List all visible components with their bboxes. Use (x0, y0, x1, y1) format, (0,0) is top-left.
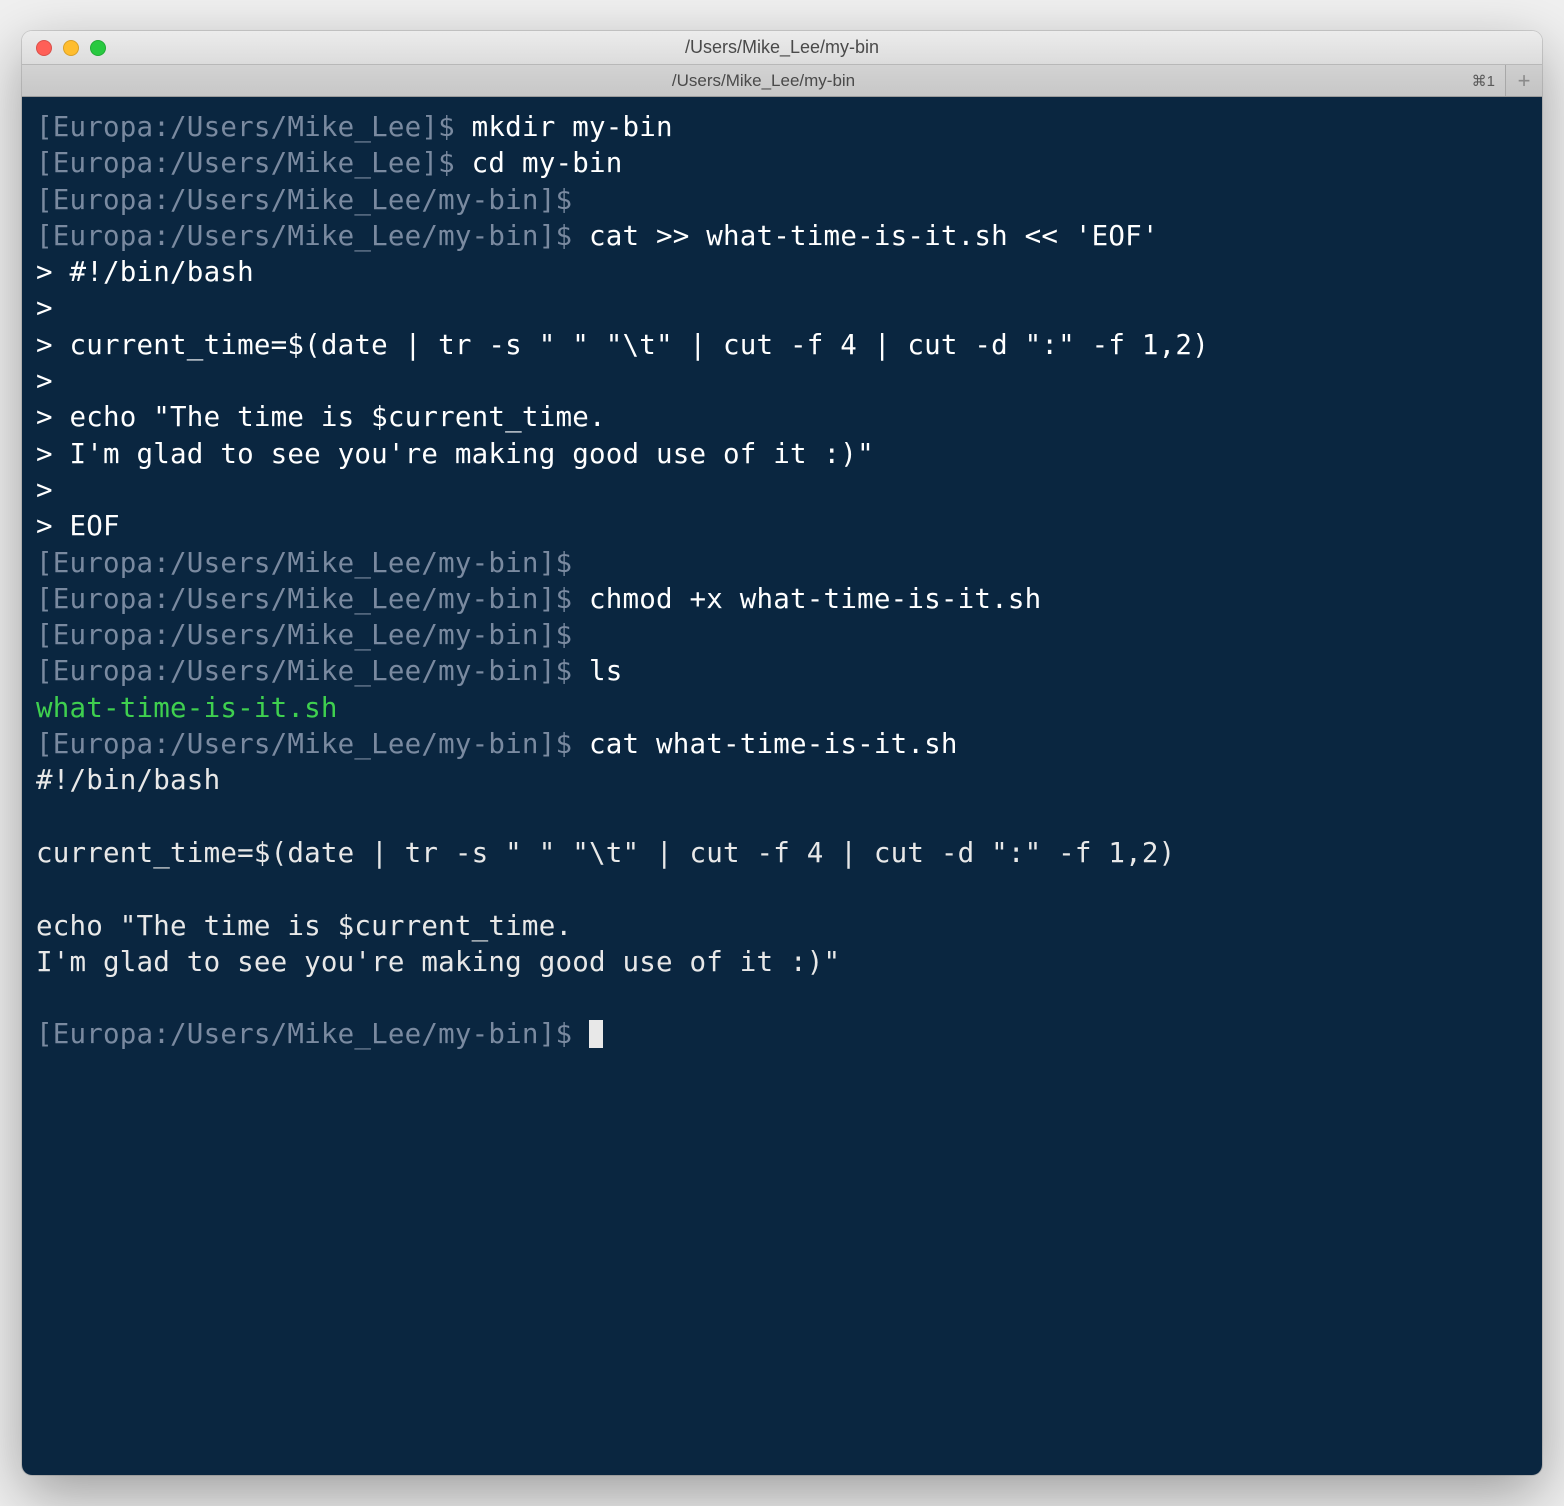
shell-command: cd my-bin (472, 147, 623, 179)
terminal-line (36, 799, 1528, 835)
tab-terminal[interactable]: /Users/Mike_Lee/my-bin ⌘1 (22, 65, 1506, 96)
terminal-line: current_time=$(date | tr -s " " "\t" | c… (36, 835, 1528, 871)
terminal-line: echo "The time is $current_time. (36, 908, 1528, 944)
cursor-icon (589, 1020, 603, 1048)
shell-prompt: [Europa:/Users/Mike_Lee/my-bin]$ (36, 655, 589, 687)
shell-command: mkdir my-bin (472, 111, 673, 143)
tabbar: /Users/Mike_Lee/my-bin ⌘1 + (22, 65, 1542, 97)
terminal-line: > echo "The time is $current_time. (36, 399, 1528, 435)
close-icon[interactable] (36, 40, 52, 56)
shell-prompt: [Europa:/Users/Mike_Lee]$ (36, 147, 472, 179)
terminal-content[interactable]: [Europa:/Users/Mike_Lee]$ mkdir my-bin[E… (22, 97, 1542, 1475)
plus-icon: + (1518, 68, 1531, 94)
heredoc-continuation: > echo "The time is $current_time. (36, 401, 606, 433)
terminal-line: what-time-is-it.sh (36, 690, 1528, 726)
shell-prompt: [Europa:/Users/Mike_Lee/my-bin]$ (36, 547, 572, 579)
command-output: current_time=$(date | tr -s " " "\t" | c… (36, 837, 1175, 869)
shell-prompt: [Europa:/Users/Mike_Lee/my-bin]$ (36, 728, 589, 760)
terminal-line: > EOF (36, 508, 1528, 544)
heredoc-continuation: > I'm glad to see you're making good use… (36, 438, 874, 470)
terminal-line (36, 980, 1528, 1016)
shell-command: ls (589, 655, 623, 687)
terminal-window: /Users/Mike_Lee/my-bin /Users/Mike_Lee/m… (22, 31, 1542, 1475)
terminal-line: #!/bin/bash (36, 762, 1528, 798)
terminal-line: [Europa:/Users/Mike_Lee/my-bin]$ (36, 182, 1528, 218)
heredoc-continuation: > (36, 365, 70, 397)
terminal-line: > (36, 363, 1528, 399)
terminal-line: [Europa:/Users/Mike_Lee]$ mkdir my-bin (36, 109, 1528, 145)
terminal-line: [Europa:/Users/Mike_Lee/my-bin]$ chmod +… (36, 581, 1528, 617)
terminal-line: > #!/bin/bash (36, 254, 1528, 290)
window-title: /Users/Mike_Lee/my-bin (22, 37, 1542, 58)
terminal-line: [Europa:/Users/Mike_Lee/my-bin]$ cat >> … (36, 218, 1528, 254)
minimize-icon[interactable] (63, 40, 79, 56)
heredoc-continuation: > #!/bin/bash (36, 256, 254, 288)
heredoc-continuation: > current_time=$(date | tr -s " " "\t" |… (36, 329, 1209, 361)
executable-file: what-time-is-it.sh (36, 692, 338, 724)
shell-prompt: [Europa:/Users/Mike_Lee/my-bin]$ (36, 619, 572, 651)
terminal-line: > (36, 290, 1528, 326)
terminal-line: [Europa:/Users/Mike_Lee/my-bin]$ cat wha… (36, 726, 1528, 762)
shell-command: chmod +x what-time-is-it.sh (589, 583, 1041, 615)
shell-prompt: [Europa:/Users/Mike_Lee]$ (36, 111, 472, 143)
terminal-line: > current_time=$(date | tr -s " " "\t" |… (36, 327, 1528, 363)
command-output: #!/bin/bash (36, 764, 220, 796)
shell-prompt: [Europa:/Users/Mike_Lee/my-bin]$ (36, 220, 589, 252)
command-output: echo "The time is $current_time. (36, 910, 572, 942)
terminal-line: [Europa:/Users/Mike_Lee/my-bin]$ (36, 617, 1528, 653)
heredoc-continuation: > (36, 474, 70, 506)
heredoc-continuation: > EOF (36, 510, 120, 542)
tab-shortcut: ⌘1 (1472, 72, 1495, 90)
shell-prompt: [Europa:/Users/Mike_Lee/my-bin]$ (36, 184, 572, 216)
terminal-line: [Europa:/Users/Mike_Lee/my-bin]$ ls (36, 653, 1528, 689)
traffic-lights (22, 40, 106, 56)
terminal-line: > I'm glad to see you're making good use… (36, 436, 1528, 472)
terminal-line: [Europa:/Users/Mike_Lee/my-bin]$ (36, 545, 1528, 581)
terminal-line: [Europa:/Users/Mike_Lee/my-bin]$ (36, 1016, 1528, 1052)
tab-label: /Users/Mike_Lee/my-bin (672, 71, 855, 91)
terminal-line: [Europa:/Users/Mike_Lee]$ cd my-bin (36, 145, 1528, 181)
shell-command: cat >> what-time-is-it.sh << 'EOF' (589, 220, 1159, 252)
heredoc-continuation: > (36, 292, 70, 324)
tab-add-button[interactable]: + (1506, 65, 1542, 96)
terminal-line (36, 871, 1528, 907)
command-output: I'm glad to see you're making good use o… (36, 946, 840, 978)
shell-prompt: [Europa:/Users/Mike_Lee/my-bin]$ (36, 1018, 589, 1050)
shell-prompt: [Europa:/Users/Mike_Lee/my-bin]$ (36, 583, 589, 615)
titlebar[interactable]: /Users/Mike_Lee/my-bin (22, 31, 1542, 65)
shell-command: cat what-time-is-it.sh (589, 728, 958, 760)
terminal-line: I'm glad to see you're making good use o… (36, 944, 1528, 980)
zoom-icon[interactable] (90, 40, 106, 56)
terminal-line: > (36, 472, 1528, 508)
